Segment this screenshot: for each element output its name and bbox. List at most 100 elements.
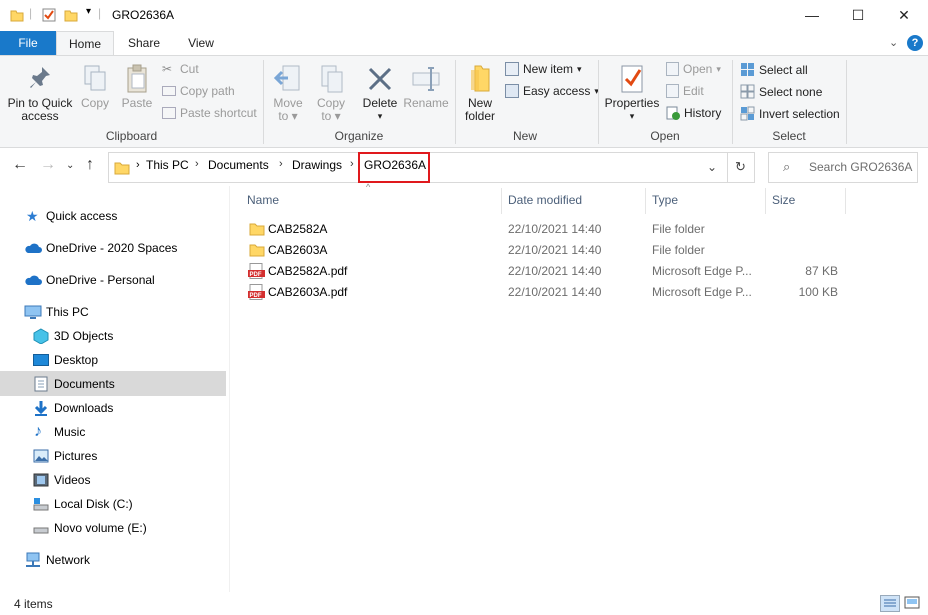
nav-item-network[interactable]: Network xyxy=(0,548,226,572)
copy-path-button[interactable]: Copy path xyxy=(162,84,235,98)
minimize-ribbon-icon[interactable]: ⌄ xyxy=(889,36,898,49)
file-row[interactable]: CAB2603A 22/10/2021 14:40 File folder xyxy=(245,240,845,261)
large-icons-view-icon xyxy=(904,596,920,609)
invert-selection-button[interactable]: Invert selection xyxy=(740,106,840,121)
history-label: History xyxy=(684,106,722,120)
forward-arrow-icon[interactable]: → xyxy=(40,156,56,174)
nav-item-quick-access[interactable]: ★ Quick access xyxy=(0,204,226,228)
tab-view[interactable]: View xyxy=(176,31,226,56)
breadcrumb-drawings[interactable]: Drawings xyxy=(292,158,342,172)
up-arrow-icon[interactable]: ↑ xyxy=(86,156,94,174)
column-header-name[interactable]: Name xyxy=(247,193,279,207)
nav-item-local-disk-c[interactable]: Local Disk (C:) xyxy=(0,492,226,516)
paste-button[interactable]: Paste xyxy=(117,64,157,110)
breadcrumb-this-pc[interactable]: This PC xyxy=(146,158,189,172)
recent-locations-chevron-icon[interactable]: ⌄ xyxy=(66,160,74,171)
tab-share[interactable]: Share xyxy=(120,31,168,56)
new-folder-button[interactable]: New folder xyxy=(459,64,501,123)
tab-file[interactable]: File xyxy=(0,31,56,56)
nav-item-label: OneDrive - Personal xyxy=(46,273,155,287)
paste-icon xyxy=(127,64,147,93)
file-row[interactable]: CAB2582A 22/10/2021 14:40 File folder xyxy=(245,219,845,240)
column-header-type[interactable]: Type xyxy=(652,193,678,207)
customize-quick-access-icon[interactable]: ▾ xyxy=(86,6,91,17)
column-header-size[interactable]: Size xyxy=(772,193,795,207)
properties-label: Properties xyxy=(604,96,660,110)
breadcrumb-separator-icon[interactable]: › xyxy=(350,158,354,170)
maximize-button[interactable]: ☐ xyxy=(835,0,881,30)
easy-access-icon xyxy=(505,84,519,98)
nav-item-this-pc[interactable]: This PC xyxy=(0,300,226,324)
minimize-button[interactable]: — xyxy=(789,0,835,30)
address-dropdown-chevron-icon[interactable]: ⌄ xyxy=(707,160,717,174)
status-item-count: 4 items xyxy=(14,597,53,611)
title-bar: | ▾ | GRO2636A — ☐ ✕ xyxy=(0,0,928,31)
nav-item-videos[interactable]: Videos xyxy=(0,468,226,492)
nav-item-onedrive-personal[interactable]: OneDrive - Personal xyxy=(0,268,226,292)
select-all-button[interactable]: Select all xyxy=(740,62,808,77)
open-icon xyxy=(666,62,679,76)
search-box[interactable]: ⌕ Search GRO2636A xyxy=(768,152,918,183)
open-group-label: Open xyxy=(650,129,680,143)
nav-item-label: This PC xyxy=(46,305,89,319)
search-placeholder: Search GRO2636A xyxy=(809,160,913,174)
cloud-icon xyxy=(25,275,42,285)
refresh-icon: ↻ xyxy=(735,159,746,174)
back-arrow-icon[interactable]: ← xyxy=(12,156,28,174)
delete-button[interactable]: Delete ▾ xyxy=(360,64,400,123)
column-separator[interactable] xyxy=(765,188,766,214)
refresh-button[interactable]: ↻ xyxy=(728,152,755,183)
file-row[interactable]: PDF CAB2582A.pdf 22/10/2021 14:40 Micros… xyxy=(245,261,845,282)
close-button[interactable]: ✕ xyxy=(881,0,927,30)
nav-item-downloads[interactable]: Downloads xyxy=(0,396,226,420)
select-none-button[interactable]: Select none xyxy=(740,84,822,99)
file-name: CAB2582A xyxy=(268,222,328,236)
window-title: GRO2636A xyxy=(112,8,175,22)
folder-icon xyxy=(249,244,265,257)
rename-button[interactable]: Rename xyxy=(402,64,450,110)
breadcrumb-separator-icon: › xyxy=(136,159,140,171)
open-button[interactable]: Open ▾ xyxy=(666,62,721,76)
scissors-icon: ✂ xyxy=(162,62,173,76)
paste-shortcut-button[interactable]: Paste shortcut xyxy=(162,106,257,120)
help-icon[interactable]: ? xyxy=(907,35,923,51)
separator: | xyxy=(98,6,102,20)
copy-to-button[interactable]: Copy to ▾ xyxy=(311,64,351,123)
new-item-button[interactable]: New item ▾ xyxy=(505,62,582,76)
column-separator[interactable] xyxy=(501,188,502,214)
breadcrumb-separator-icon[interactable]: › xyxy=(195,158,199,170)
easy-access-button[interactable]: Easy access ▾ xyxy=(505,84,599,98)
file-name: CAB2582A.pdf xyxy=(268,264,348,278)
nav-item-pictures[interactable]: Pictures xyxy=(0,444,226,468)
nav-item-onedrive-2020-spaces[interactable]: OneDrive - 2020 Spaces xyxy=(0,236,226,260)
column-separator[interactable] xyxy=(845,188,846,214)
nav-item-novo-volume-e[interactable]: Novo volume (E:) xyxy=(0,516,226,540)
large-icons-view-button[interactable] xyxy=(903,595,923,612)
properties-dropdown-icon: ▾ xyxy=(629,111,635,121)
properties-button[interactable]: Properties ▾ xyxy=(603,64,661,123)
file-row[interactable]: PDF CAB2603A.pdf 22/10/2021 14:40 Micros… xyxy=(245,282,845,303)
nav-item-documents[interactable]: Documents xyxy=(0,372,226,396)
file-type: File folder xyxy=(652,243,705,257)
pin-to-quick-access-button[interactable]: Pin to Quick access xyxy=(4,64,76,123)
column-header-date-modified[interactable]: Date modified xyxy=(508,193,582,207)
nav-item-3d-objects[interactable]: 3D Objects xyxy=(0,324,226,348)
column-separator[interactable] xyxy=(645,188,646,214)
details-view-button[interactable] xyxy=(880,595,900,612)
open-label: Open xyxy=(683,62,713,76)
cut-button[interactable]: ✂ Cut xyxy=(162,62,199,76)
tab-home[interactable]: Home xyxy=(56,31,114,56)
edit-button[interactable]: Edit xyxy=(666,84,704,98)
nav-item-desktop[interactable]: Desktop xyxy=(0,348,226,372)
history-button[interactable]: History xyxy=(666,106,721,120)
copy-button[interactable]: Copy xyxy=(76,64,114,110)
properties-quick-icon[interactable] xyxy=(42,8,56,22)
new-folder-quick-icon[interactable] xyxy=(64,8,78,22)
breadcrumb-documents[interactable]: Documents xyxy=(208,158,269,172)
folder-icon xyxy=(249,223,265,236)
nav-item-music[interactable]: ♪ Music xyxy=(0,420,226,444)
pane-divider[interactable] xyxy=(229,186,230,592)
breadcrumb-separator-icon[interactable]: › xyxy=(279,158,283,170)
file-date: 22/10/2021 14:40 xyxy=(508,243,602,257)
move-to-button[interactable]: Move to ▾ xyxy=(268,64,308,123)
